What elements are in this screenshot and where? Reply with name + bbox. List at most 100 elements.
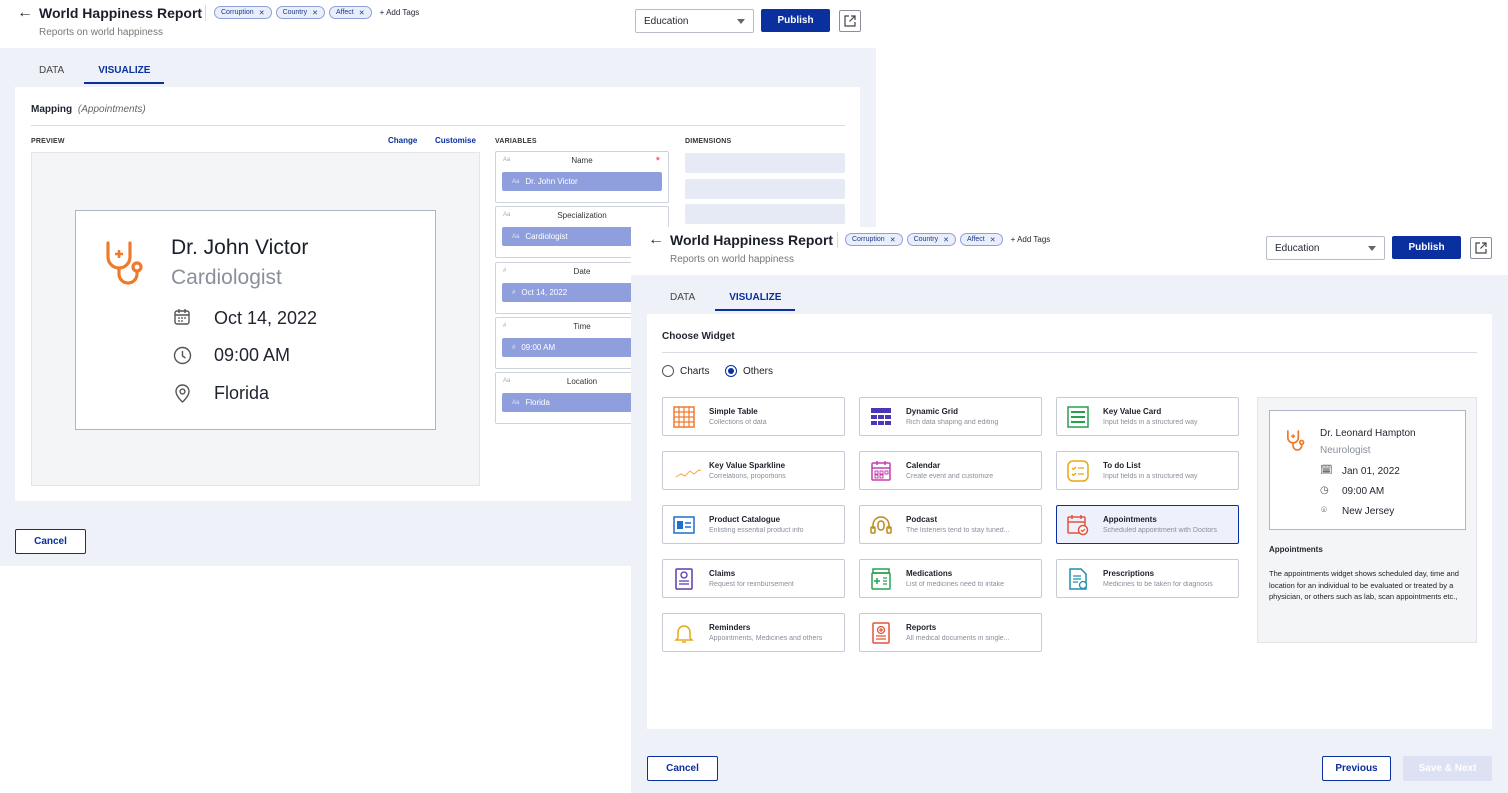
widget-medications[interactable]: Medications List of medicines need to in… [859, 559, 1042, 598]
radio-charts[interactable]: Charts [662, 365, 709, 377]
bell-icon [674, 625, 694, 643]
add-tags-button[interactable]: + Add Tags [1011, 235, 1051, 244]
previous-button[interactable]: Previous [1322, 756, 1391, 781]
todo-icon [1067, 460, 1089, 482]
calendar-icon: 🗓 [1320, 465, 1333, 476]
chevron-down-icon [1368, 246, 1376, 251]
choose-widget-panel: ← World Happiness Report Reports on worl… [631, 227, 1508, 793]
tab-data[interactable]: DATA [25, 56, 78, 84]
tab-visualize[interactable]: VISUALIZE [84, 56, 165, 84]
save-next-button[interactable]: Save & Next [1403, 756, 1492, 781]
tag-list: Corruption ✕ Country ✕ Affect ✕ + Add Tags [214, 6, 419, 19]
report-title: World Happiness Report [670, 232, 834, 248]
remove-tag-icon[interactable]: ✕ [312, 9, 318, 17]
change-link[interactable]: Change [388, 136, 417, 145]
header: ← World Happiness Report Reports on worl… [631, 227, 1508, 275]
category-select[interactable]: Education [1266, 236, 1385, 260]
clock-icon [173, 346, 192, 365]
claims-icon [675, 568, 693, 590]
customise-link[interactable]: Customise [435, 136, 476, 145]
preview-heading: Appointments [1269, 545, 1323, 554]
category-select[interactable]: Education [635, 9, 754, 33]
tag-corruption[interactable]: Corruption ✕ [214, 6, 272, 19]
dimension-slot[interactable] [685, 204, 845, 224]
table-icon [673, 406, 695, 428]
appointment-location: Florida [214, 383, 270, 403]
divider [205, 5, 206, 21]
widget-key-value-card[interactable]: Key Value Card Input fields in a structu… [1056, 397, 1239, 436]
variable-name[interactable]: Aa Name * Aa Dr. John Victor [495, 151, 669, 203]
tag-country[interactable]: Country ✕ [906, 233, 956, 246]
widget-preview-panel: Dr. Leonard Hampton Neurologist 🗓 Jan 01… [1257, 397, 1477, 643]
chevron-down-icon [737, 19, 745, 24]
grid-icon [871, 408, 891, 425]
divider [837, 232, 838, 248]
tag-affect[interactable]: Affect ✕ [959, 233, 1003, 246]
divider [662, 352, 1477, 353]
tag-country[interactable]: Country ✕ [275, 6, 325, 19]
widget-reports[interactable]: Reports All medical documents in single.… [859, 613, 1042, 652]
calendar-icon [174, 309, 190, 325]
preview-label: PREVIEW [31, 138, 65, 145]
widget-podcast[interactable]: Podcast The listeners tend to stay tuned… [859, 505, 1042, 544]
widget-key-value-sparkline[interactable]: Key Value Sparkline Correlations, propor… [662, 451, 845, 490]
external-link-icon [1475, 242, 1487, 254]
tag-list: Corruption ✕ Country ✕ Affect ✕ + Add Tags [845, 233, 1050, 246]
remove-tag-icon[interactable]: ✕ [259, 9, 265, 17]
mapped-chip[interactable]: Aa Dr. John Victor [502, 172, 662, 191]
dimension-slot[interactable] [685, 179, 845, 199]
widget-todo-list[interactable]: To do List Input fields in a structured … [1056, 451, 1239, 490]
dimension-slot[interactable] [685, 153, 845, 173]
preview-location: New Jersey [1342, 506, 1395, 517]
tag-corruption[interactable]: Corruption ✕ [845, 233, 903, 246]
widget-calendar[interactable]: Calendar Create event and customize [859, 451, 1042, 490]
add-tags-button[interactable]: + Add Tags [380, 8, 420, 17]
radio-others[interactable]: Others [725, 365, 773, 377]
tab-bar: DATA VISUALIZE [25, 56, 165, 84]
report-subtitle: Reports on world happiness [670, 254, 794, 265]
variables-label: VARIABLES [495, 138, 537, 145]
report-subtitle: Reports on world happiness [39, 27, 163, 38]
remove-tag-icon[interactable]: ✕ [990, 236, 996, 244]
tab-bar: DATA VISUALIZE [656, 283, 796, 311]
tab-data[interactable]: DATA [656, 283, 709, 311]
remove-tag-icon[interactable]: ✕ [943, 236, 949, 244]
preview-doctor-role: Neurologist [1320, 445, 1371, 456]
widget-dynamic-grid[interactable]: Dynamic Grid Rich data shaping and editi… [859, 397, 1042, 436]
widget-claims[interactable]: Claims Request for reimbursement [662, 559, 845, 598]
podcast-icon [870, 516, 892, 534]
location-pin-icon: ⌾ [1321, 505, 1327, 516]
widget-simple-table[interactable]: Simple Table Collections of data [662, 397, 845, 436]
appointment-time: 09:00 AM [214, 345, 291, 365]
reports-icon [872, 622, 890, 644]
clock-icon: ◷ [1320, 485, 1329, 496]
tag-affect[interactable]: Affect ✕ [328, 6, 372, 19]
widget-reminders[interactable]: Reminders Appointments, Medicines and ot… [662, 613, 845, 652]
preview-description: The appointments widget shows scheduled … [1269, 569, 1459, 602]
sparkline-icon [675, 469, 701, 478]
remove-tag-icon[interactable]: ✕ [359, 9, 365, 17]
appointment-date: Oct 14, 2022 [214, 308, 318, 328]
tab-visualize[interactable]: VISUALIZE [715, 283, 796, 311]
widget-preview-card: Dr. Leonard Hampton Neurologist 🗓 Jan 01… [1269, 410, 1466, 530]
divider [31, 125, 845, 126]
cancel-button[interactable]: Cancel [15, 529, 86, 554]
back-arrow-icon[interactable]: ← [17, 5, 33, 21]
medications-icon [871, 568, 891, 590]
header: ← World Happiness Report Reports on worl… [0, 0, 876, 48]
doctor-name: Dr. John Victor [171, 236, 309, 259]
publish-button[interactable]: Publish [761, 9, 830, 32]
dimensions-label: DIMENSIONS [685, 138, 732, 145]
choose-widget-title: Choose Widget [662, 331, 735, 342]
open-external-button[interactable] [1470, 237, 1492, 259]
back-arrow-icon[interactable]: ← [648, 232, 664, 248]
location-pin-icon [175, 384, 190, 403]
widget-product-catalogue[interactable]: Product Catalogue Enlisting essential pr… [662, 505, 845, 544]
open-external-button[interactable] [839, 10, 861, 32]
remove-tag-icon[interactable]: ✕ [890, 236, 896, 244]
required-marker: * [655, 155, 660, 167]
widget-appointments[interactable]: Appointments Scheduled appointment with … [1056, 505, 1239, 544]
publish-button[interactable]: Publish [1392, 236, 1461, 259]
cancel-button[interactable]: Cancel [647, 756, 718, 781]
widget-prescriptions[interactable]: Prescriptions Medicines to be taken for … [1056, 559, 1239, 598]
